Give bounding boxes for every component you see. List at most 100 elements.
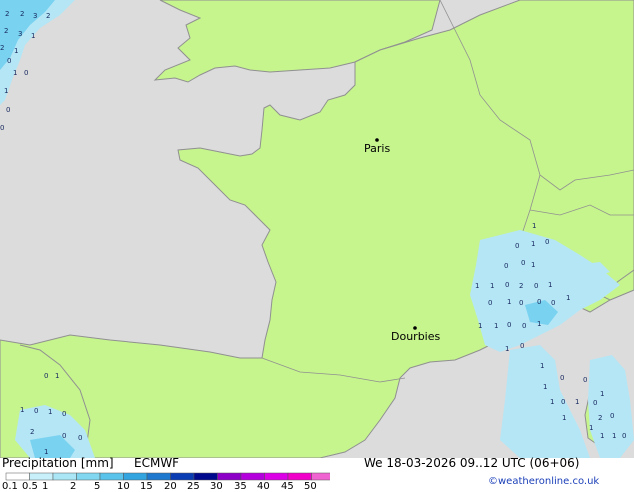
precip-label: 3 [18,30,22,38]
scale-tick-label: 15 [140,481,153,492]
precip-label: 1 [566,294,570,302]
scale-swatch [287,472,312,481]
precip-label: 1 [48,408,52,416]
scale-swatch [76,472,101,481]
precip-label: 1 [600,432,604,440]
precip-label: 0 [44,372,48,380]
city-label-dourbies: Dourbies [391,330,441,343]
precip-label: 0 [593,399,597,407]
precip-label: 0 [551,299,555,307]
scale-tick-label: 1 [42,481,49,492]
precip-label: 1 [589,424,593,432]
scale-swatch [99,472,124,481]
precip-label: 0 [24,69,28,77]
precip-label: 3 [33,12,37,20]
precip-label: 2 [519,282,523,290]
precip-label: 2 [0,44,4,52]
precip-label: 1 [475,282,479,290]
precip-label: 1 [575,398,579,406]
precip-label: 0 [521,259,525,267]
precip-label: 1 [505,345,509,353]
scale-swatch [146,472,171,481]
precip-label: 1 [44,448,48,456]
scale-tick-label: 30 [210,481,223,492]
precip-label: 2 [4,27,8,35]
scale-swatch [52,472,77,481]
precip-label: 1 [478,322,482,330]
precip-label: 1 [540,362,544,370]
precip-label: 2 [20,10,24,18]
scale-tick-label: 50 [304,481,317,492]
precip-label: 0 [6,106,10,114]
scale-tick-label: 40 [257,481,270,492]
precip-label: 0 [561,398,565,406]
precip-label: 1 [55,372,59,380]
precip-label: 0 [62,410,66,418]
precip-label: 0 [622,432,626,440]
precip-label: 1 [494,322,498,330]
legend-bar: Precipitation [mm] ECMWF We 18-03-2026 0… [0,456,634,492]
model-label: ECMWF [134,456,180,470]
precip-label: 2 [5,10,9,18]
precip-label: 0 [610,412,614,420]
precip-label: 1 [600,390,604,398]
precip-label: 1 [537,320,541,328]
scale-swatch [240,472,265,481]
precip-label: 0 [505,281,509,289]
credit-link[interactable]: ©weatheronline.co.uk [488,476,599,487]
precip-label: 1 [490,282,494,290]
scale-swatch [170,472,195,481]
precip-label: 0 [583,376,587,384]
precip-label: 2 [598,414,602,422]
precip-label: 1 [532,222,536,230]
precip-label: 0 [560,374,564,382]
precip-label: 0 [515,242,519,250]
scale-tick-label: 45 [281,481,294,492]
precip-label: 0 [0,124,4,132]
scale-swatch [29,472,54,481]
precip-label: 0 [522,322,526,330]
precip-label: 2 [30,428,34,436]
scale-tick-label: 0.5 [22,481,38,492]
scale-tick-label: 20 [164,481,177,492]
precip-label: 0 [488,299,492,307]
scale-tick-label: 35 [234,481,247,492]
precip-label: 0 [7,57,11,65]
precip-label: 0 [504,262,508,270]
precip-label: 1 [507,298,511,306]
precip-label: 1 [31,32,35,40]
precip-label: 1 [531,240,535,248]
precip-label: 1 [550,398,554,406]
city-label-paris: Paris [364,142,390,155]
precip-label: 0 [519,299,523,307]
forecast-datetime: We 18-03-2026 09..12 UTC (06+06) [364,456,580,470]
precip-label: 1 [562,414,566,422]
precip-label: 1 [20,406,24,414]
precip-label: 1 [13,69,17,77]
precip-label: 0 [62,432,66,440]
precip-label: 0 [534,282,538,290]
legend-title: Precipitation [mm] [2,456,114,470]
precip-label: 1 [531,261,535,269]
precip-label: 0 [545,238,549,246]
precip-label: 0 [537,298,541,306]
precip-label: 1 [543,383,547,391]
precip-label: 0 [520,342,524,350]
precip-label: 0 [34,407,38,415]
precip-label: 1 [14,47,18,55]
scale-swatch [193,472,218,481]
precip-label: 1 [4,87,8,95]
weather-map: 2 2 3 2 2 3 1 2 1 0 1 0 1 0 0 1 0 1 0 0 … [0,0,634,458]
scale-swatch [123,472,148,481]
precip-label: 2 [46,12,50,20]
precip-label: 0 [78,434,82,442]
scale-tick-label: 5 [94,481,101,492]
scale-tick-label: 2 [70,481,77,492]
scale-tick-label: 10 [117,481,130,492]
scale-swatch [217,472,242,481]
scale-swatch [264,472,289,481]
scale-swatch [5,472,30,481]
scale-swatch [311,472,330,481]
scale-tick-label: 25 [187,481,200,492]
precip-label: 1 [612,432,616,440]
